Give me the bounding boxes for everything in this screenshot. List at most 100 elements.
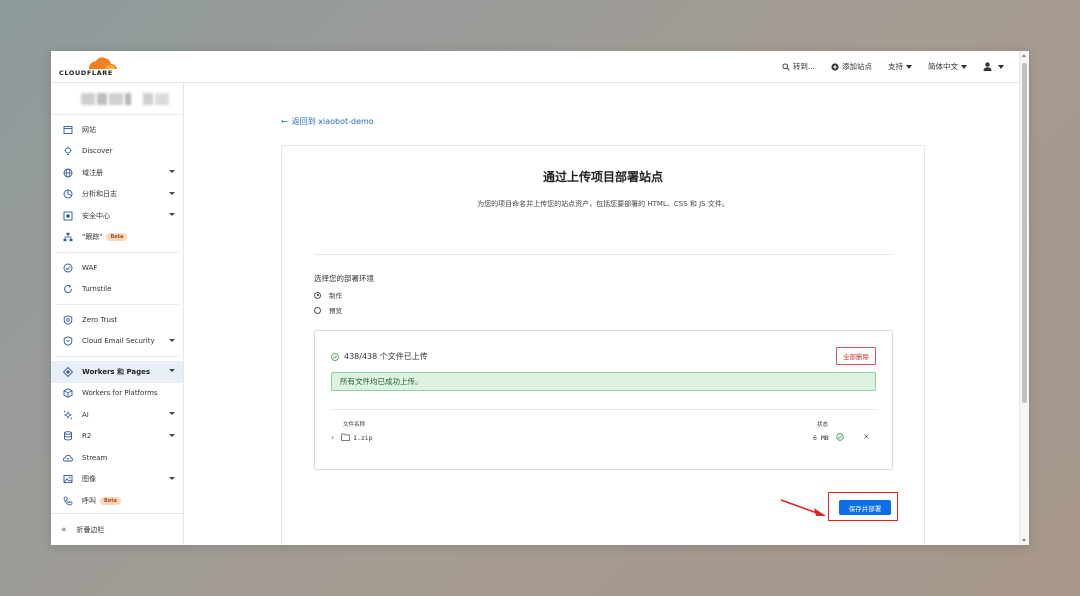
sidebar-item-cloud-email-security[interactable]: Cloud Email Security — [51, 331, 183, 353]
account-selector[interactable] — [81, 93, 169, 105]
user-menu[interactable] — [983, 62, 1004, 71]
sidebar-item-r2[interactable]: R2 — [51, 426, 183, 448]
sidebar-item-ai[interactable]: AI — [51, 404, 183, 426]
upload-status: 438/438 个文件已上传 — [331, 351, 428, 362]
sidebar-item-label: 网站 — [82, 125, 96, 134]
sidebar-item-calls[interactable]: 呼叫 Beta — [51, 490, 183, 512]
env-option-label: 制作 — [329, 292, 342, 300]
column-header-name: 文件名称 — [343, 422, 366, 428]
ai-icon — [63, 410, 73, 419]
support-menu[interactable]: 支持 — [888, 61, 912, 72]
sidebar-item-label: 域注册 — [82, 168, 103, 177]
sidebar-item-label: 安全中心 — [82, 211, 110, 220]
sidebar-item-trace[interactable]: "跟踪" Beta — [51, 227, 183, 249]
sidebar-item-label: R2 — [82, 432, 92, 441]
language-menu[interactable]: 简体中文 — [928, 61, 967, 72]
sidebar-item-zero-trust[interactable]: Zero Trust — [51, 309, 183, 331]
sidebar-item-label: Cloud Email Security — [82, 337, 155, 346]
sidebar-item-workers-pages[interactable]: Workers 和 Pages — [51, 361, 183, 383]
account-name-blurred — [109, 93, 123, 105]
back-link[interactable]: ← 返回到 xiaobot-demo — [281, 116, 374, 127]
sidebar-item-label: Discover — [82, 147, 113, 156]
upload-box: 438/438 个文件已上传 全部删除 所有文件均已成功上传。 文件名称 状态 … — [314, 330, 893, 470]
phone-icon — [63, 496, 73, 506]
scroll-down-icon[interactable] — [1022, 539, 1026, 542]
main-content: ← 返回到 xiaobot-demo 通过上传项目部署站点 为您的项目命名并上传… — [184, 83, 1020, 545]
account-name-blurred — [81, 93, 95, 105]
support-label: 支持 — [888, 62, 903, 71]
sidebar-item-label: 呼叫 — [82, 496, 96, 505]
globe-icon — [63, 168, 73, 178]
vertical-scrollbar[interactable] — [1019, 51, 1029, 545]
sidebar-item-workers-for-platforms[interactable]: Workers for Platforms — [51, 383, 183, 405]
add-site-label: 添加站点 — [842, 62, 872, 71]
database-icon — [64, 431, 72, 441]
account-name-blurred — [155, 93, 169, 105]
success-alert: 所有文件均已成功上传。 — [331, 372, 876, 391]
check-circle-icon — [836, 433, 844, 441]
cloud-play-icon — [63, 454, 73, 462]
chevron-right-icon[interactable]: › — [331, 433, 334, 442]
account-name-blurred — [143, 93, 153, 105]
workers-icon — [63, 366, 73, 377]
sidebar-item-security-center[interactable]: 安全中心 — [51, 205, 183, 227]
sidebar-item-discover[interactable]: Discover — [51, 141, 183, 163]
chevron-down-icon — [961, 64, 967, 69]
environment-label: 选择您的部署环境 — [314, 274, 374, 283]
sidebar-item-stream[interactable]: Stream — [51, 447, 183, 469]
radio-button[interactable] — [314, 306, 321, 314]
arrow-left-icon: ← — [281, 117, 288, 126]
beta-badge: Beta — [106, 233, 128, 242]
goto-button[interactable]: 转到... — [782, 61, 815, 72]
top-bar: CLOUDFLARE 转到... 添加站点 支持 简体中文 — [51, 51, 1029, 83]
chevron-down-icon — [169, 433, 175, 437]
delete-all-button[interactable]: 全部删除 — [836, 347, 876, 365]
upload-status-text: 438/438 个文件已上传 — [344, 352, 428, 361]
chevron-down-icon — [169, 191, 175, 195]
chevron-down-icon — [169, 170, 175, 173]
sidebar-item-label: Stream — [82, 453, 108, 462]
cloudflare-logo[interactable]: CLOUDFLARE — [59, 56, 123, 78]
save-and-deploy-button[interactable]: 保存并部署 — [839, 500, 891, 515]
sidebar-item-label: AI — [82, 410, 89, 419]
sitemap-icon — [63, 233, 73, 242]
annotation-arrow-icon — [780, 499, 826, 516]
env-option-production[interactable]: 制作 — [314, 290, 342, 300]
sidebar-item-turnstile[interactable]: Turnstile — [51, 279, 183, 301]
brand-name: CLOUDFLARE — [59, 69, 113, 77]
sidebar-item-websites[interactable]: 网站 — [51, 119, 183, 141]
cloud-logo-icon — [89, 57, 117, 69]
sidebar-item-analytics[interactable]: 分析和日志 — [51, 184, 183, 206]
file-name: 1.zip — [353, 434, 373, 442]
env-option-preview[interactable]: 预览 — [314, 305, 342, 315]
remove-file-icon[interactable]: × — [863, 432, 870, 441]
add-site-button[interactable]: 添加站点 — [831, 61, 872, 72]
chevron-down-icon — [169, 338, 175, 342]
sidebar-nav: 网站 Discover 域注册 分析和日志 安全中心 "跟踪" Beta WAF… — [51, 119, 183, 512]
waf-icon — [63, 263, 73, 273]
file-size: 6 MB — [813, 434, 829, 442]
goto-label: 转到... — [792, 62, 815, 71]
sidebar-item-images[interactable]: 图像 — [51, 469, 183, 491]
search-icon — [782, 62, 790, 71]
sidebar-item-domain-registration[interactable]: 域注册 — [51, 162, 183, 184]
save-highlight-box: 保存并部署 — [828, 492, 898, 521]
sidebar-item-label: WAF — [82, 263, 98, 272]
chevron-down-icon — [906, 64, 912, 69]
chevron-down-icon — [169, 412, 175, 415]
beta-badge: Beta — [100, 496, 121, 505]
shield-icon — [63, 211, 73, 221]
sidebar: 网站 Discover 域注册 分析和日志 安全中心 "跟踪" Beta WAF… — [51, 83, 184, 545]
collapse-sidebar-button[interactable]: « 折叠边栏 — [51, 513, 183, 545]
page-title: 通过上传项目部署站点 — [542, 170, 663, 184]
email-shield-icon — [63, 336, 73, 347]
sidebar-item-waf[interactable]: WAF — [51, 257, 183, 279]
radio-button-selected[interactable] — [314, 291, 321, 299]
scrollbar-thumb[interactable] — [1022, 63, 1027, 403]
folder-icon — [341, 433, 350, 441]
back-label: 返回到 xiaobot-demo — [291, 117, 374, 126]
plus-circle-icon — [831, 62, 839, 71]
scroll-up-icon[interactable] — [1022, 54, 1026, 57]
env-option-label: 预览 — [329, 307, 342, 315]
double-chevron-left-icon: « — [61, 524, 67, 535]
